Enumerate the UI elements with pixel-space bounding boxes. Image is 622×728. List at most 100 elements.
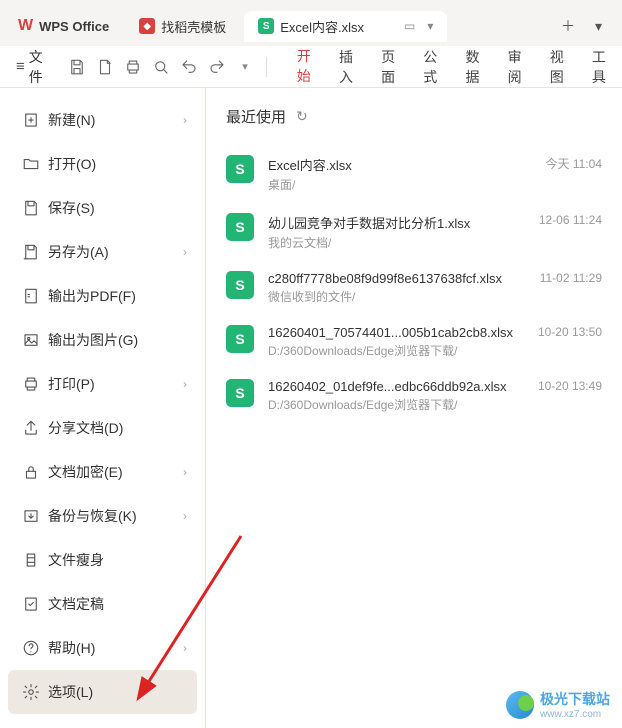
- ribbon-start[interactable]: 开始: [295, 42, 319, 92]
- ribbon-insert[interactable]: 插入: [337, 43, 361, 91]
- recent-heading: 最近使用 ↻: [226, 106, 602, 127]
- file-time: 12-06 11:24: [539, 213, 602, 227]
- ribbon-data[interactable]: 数据: [463, 43, 487, 91]
- share-icon: [18, 419, 44, 437]
- preview-icon[interactable]: [150, 56, 172, 78]
- pdf-icon: [18, 287, 44, 305]
- menu-print-label: 打印(P): [48, 374, 183, 394]
- file-time: 11-02 11:29: [540, 271, 602, 285]
- file-time: 今天 11:04: [546, 155, 602, 172]
- recent-file-row[interactable]: S 16260401_70574401...005b1cab2cb8.xlsx …: [226, 315, 602, 369]
- file-path: 我的云文档/: [268, 234, 525, 251]
- toolbar-separator: [266, 57, 267, 77]
- menu-new-label: 新建(N): [48, 110, 183, 130]
- finalize-icon: [18, 595, 44, 613]
- spreadsheet-icon: S: [226, 213, 254, 241]
- recent-file-row[interactable]: S 16260402_01def9fe...edbc66ddb92a.xlsx …: [226, 369, 602, 423]
- watermark-text: 极光下载站: [540, 691, 610, 707]
- ribbon-review[interactable]: 审阅: [506, 43, 530, 91]
- menu-options[interactable]: 选项(L): [8, 670, 197, 714]
- menu-backup[interactable]: 备份与恢复(K) ›: [8, 494, 197, 538]
- folder-icon: [18, 155, 44, 173]
- tab-document-label: Excel内容.xlsx: [280, 17, 364, 36]
- menu-save[interactable]: 保存(S): [8, 186, 197, 230]
- chevron-down-icon[interactable]: ▾: [427, 19, 433, 33]
- menu-finalize[interactable]: 文档定稿: [8, 582, 197, 626]
- slim-icon: [18, 551, 44, 569]
- menu-encrypt[interactable]: 文档加密(E) ›: [8, 450, 197, 494]
- recent-file-row[interactable]: S Excel内容.xlsx 桌面/ 今天 11:04: [226, 145, 602, 203]
- tab-list-button[interactable]: ▾: [589, 16, 608, 37]
- tab-document[interactable]: S Excel内容.xlsx ▭ ▾: [244, 11, 447, 42]
- new-tab-button[interactable]: ＋: [555, 14, 581, 38]
- file-info: Excel内容.xlsx 桌面/: [268, 155, 532, 193]
- spreadsheet-icon: S: [226, 325, 254, 353]
- ribbon-formula[interactable]: 公式: [421, 43, 445, 91]
- hamburger-icon: ≡: [16, 58, 25, 75]
- watermark: 极光下载站 www.xz7.com: [506, 689, 610, 720]
- file-path: D:/360Downloads/Edge浏览器下载/: [268, 342, 524, 359]
- menu-help-label: 帮助(H): [48, 638, 183, 658]
- ribbon-view[interactable]: 视图: [548, 43, 572, 91]
- ribbon-page[interactable]: 页面: [379, 43, 403, 91]
- chevron-right-icon: ›: [183, 245, 187, 259]
- qat-dropdown-icon[interactable]: ▾: [234, 56, 256, 78]
- backup-icon: [18, 507, 44, 525]
- new-icon: [18, 111, 44, 129]
- spreadsheet-icon: S: [226, 379, 254, 407]
- redo-icon[interactable]: [206, 56, 228, 78]
- save-icon[interactable]: [66, 56, 88, 78]
- print-icon[interactable]: [122, 56, 144, 78]
- menu-export-img-label: 输出为图片(G): [48, 330, 187, 350]
- menu-open[interactable]: 打开(O): [8, 142, 197, 186]
- file-name: c280ff7778be08f9d99f8e6137638fcf.xlsx: [268, 271, 526, 286]
- undo-icon[interactable]: [178, 56, 200, 78]
- menu-saveas[interactable]: 另存为(A) ›: [8, 230, 197, 274]
- menu-help[interactable]: 帮助(H) ›: [8, 626, 197, 670]
- titlebar: W WPS Office ◆ 找稻壳模板 S Excel内容.xlsx ▭ ▾ …: [0, 0, 622, 46]
- docer-icon: ◆: [139, 18, 155, 34]
- menu-encrypt-label: 文档加密(E): [48, 462, 183, 482]
- menu-print[interactable]: 打印(P) ›: [8, 362, 197, 406]
- app-home-tab[interactable]: W WPS Office: [6, 11, 121, 41]
- spreadsheet-icon: S: [258, 18, 274, 34]
- menu-backup-label: 备份与恢复(K): [48, 506, 183, 526]
- menu-slim[interactable]: 文件瘦身: [8, 538, 197, 582]
- file-time: 10-20 13:50: [538, 325, 602, 339]
- file-path: 微信收到的文件/: [268, 288, 526, 305]
- new-doc-icon[interactable]: [94, 56, 116, 78]
- save-icon: [18, 199, 44, 217]
- menu-save-label: 保存(S): [48, 198, 187, 218]
- refresh-icon[interactable]: ↻: [296, 108, 308, 125]
- file-name: 幼儿园竞争对手数据对比分析1.xlsx: [268, 213, 525, 232]
- watermark-sub: www.xz7.com: [540, 709, 610, 720]
- tab-templates[interactable]: ◆ 找稻壳模板: [125, 11, 240, 42]
- file-info: c280ff7778be08f9d99f8e6137638fcf.xlsx 微信…: [268, 271, 526, 305]
- saveas-icon: [18, 243, 44, 261]
- file-name: 16260402_01def9fe...edbc66ddb92a.xlsx: [268, 379, 524, 394]
- recent-heading-label: 最近使用: [226, 106, 286, 127]
- menu-slim-label: 文件瘦身: [48, 550, 187, 570]
- menu-export-pdf[interactable]: 输出为PDF(F): [8, 274, 197, 318]
- main: 新建(N) › 打开(O) 保存(S) 另存为(A) › 输出为PDF(F) 输…: [0, 88, 622, 728]
- file-menu-button[interactable]: ≡ 文件: [8, 43, 58, 91]
- ribbon-tools[interactable]: 工具: [590, 43, 614, 91]
- recent-file-row[interactable]: S 幼儿园竞争对手数据对比分析1.xlsx 我的云文档/ 12-06 11:24: [226, 203, 602, 261]
- file-menu-label: 文件: [29, 47, 50, 87]
- menu-share[interactable]: 分享文档(D): [8, 406, 197, 450]
- menu-export-pdf-label: 输出为PDF(F): [48, 286, 187, 306]
- app-name: WPS Office: [39, 19, 109, 34]
- quick-access: ▾: [66, 56, 256, 78]
- ribbon-tabs: 开始 插入 页面 公式 数据 审阅 视图 工具: [295, 42, 614, 92]
- tab-controls: ＋ ▾: [555, 14, 616, 38]
- recent-file-row[interactable]: S c280ff7778be08f9d99f8e6137638fcf.xlsx …: [226, 261, 602, 315]
- menu-new[interactable]: 新建(N) ›: [8, 98, 197, 142]
- file-path: D:/360Downloads/Edge浏览器下载/: [268, 396, 524, 413]
- image-icon: [18, 331, 44, 349]
- file-info: 幼儿园竞争对手数据对比分析1.xlsx 我的云文档/: [268, 213, 525, 251]
- file-info: 16260402_01def9fe...edbc66ddb92a.xlsx D:…: [268, 379, 524, 413]
- menu-export-img[interactable]: 输出为图片(G): [8, 318, 197, 362]
- tab-menu-icon[interactable]: ▭: [404, 19, 415, 33]
- menu-saveas-label: 另存为(A): [48, 242, 183, 262]
- wps-logo-icon: W: [18, 17, 33, 35]
